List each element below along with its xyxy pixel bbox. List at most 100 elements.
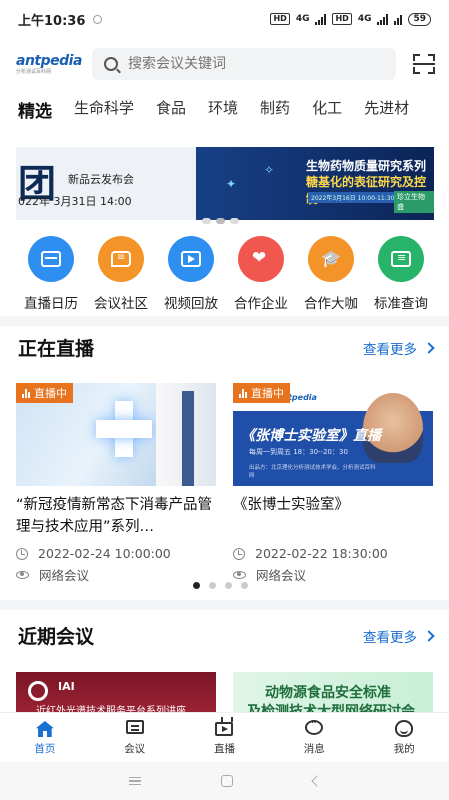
nav-meetings[interactable]: 会议 [90, 713, 180, 762]
hd-icon-2: HD [332, 13, 352, 25]
calendar-icon [41, 251, 61, 267]
pager-dot[interactable] [241, 582, 248, 589]
see-more-label: 查看更多 [363, 341, 417, 358]
signal-icon-2 [377, 13, 389, 25]
upcoming-section-title: 近期会议 [18, 626, 95, 648]
tab-pharma[interactable]: 制药 [260, 97, 290, 118]
eye-icon [16, 570, 29, 579]
tab-advanced-materials[interactable]: 先进材 [364, 97, 409, 118]
banner-pager [202, 218, 239, 224]
eye-icon [233, 570, 246, 579]
clock-icon [233, 547, 245, 560]
live-badge: 直播中 [16, 383, 73, 403]
sparkle-icon: ✧ [264, 163, 275, 177]
app-header: antpedia 分析测试百科网 [0, 46, 449, 82]
notification-dot-icon [93, 14, 103, 24]
quick-action-experts[interactable]: 合作大咖 [296, 236, 366, 312]
pager-dot[interactable] [209, 582, 216, 589]
wifi-icon [394, 14, 403, 25]
thumbnail-schedule: 每周一到周五 18：30--20：30 [249, 448, 348, 456]
live-bars-icon [22, 388, 30, 398]
live-see-more-link[interactable]: 查看更多 [363, 338, 435, 358]
nav-home[interactable]: 首页 [0, 713, 90, 762]
battery-icon: 59 [408, 12, 431, 26]
upcoming-card-text: 近红外光谱技术服务平台系列讲座 [36, 706, 186, 712]
live-card-type: 网络会议 [233, 565, 433, 584]
hd-icon: HD [270, 13, 290, 25]
pager-dot[interactable] [225, 582, 232, 589]
live-card-time: 2022-02-24 10:00:00 [16, 546, 216, 561]
quick-action-circle [238, 236, 284, 282]
search-bar[interactable] [92, 48, 396, 80]
promo-banner[interactable]: 团 新品云发布会 022年 3月31日 14:00 ✦ ✧ 生物药物质量研究系列… [16, 147, 434, 220]
tab-featured[interactable]: 精选 [18, 97, 52, 122]
status-time: 上午10:36 [18, 13, 86, 29]
tab-life-science[interactable]: 生命科学 [74, 97, 134, 118]
organizer-logo-text: IAI [58, 680, 75, 693]
thumbnail-organizer: 出品方：北京理化分析测试技术学会、分析测试百科网 [249, 465, 376, 479]
system-back-icon[interactable] [310, 775, 323, 787]
sparkle-icon: ✦ [226, 177, 237, 191]
quick-action-label: 合作企业 [234, 296, 288, 312]
tab-food[interactable]: 食品 [156, 97, 186, 118]
upcoming-section-header: 近期会议 查看更多 [18, 622, 435, 649]
quick-action-label: 标准查询 [374, 296, 428, 312]
pager-dot[interactable] [202, 218, 211, 224]
system-nav-bar [0, 762, 449, 800]
quick-action-circle [378, 236, 424, 282]
live-card[interactable]: antpedia 《张博士实验室》直播 每周一到周五 18：30--20：30 … [233, 383, 433, 584]
quick-action-live-calendar[interactable]: 直播日历 [16, 236, 86, 312]
antpedia-logo[interactable]: antpedia 分析测试百科网 [16, 53, 82, 75]
upcoming-see-more-link[interactable]: 查看更多 [363, 626, 435, 646]
clock-icon [16, 547, 28, 560]
medical-cross-graphic [96, 401, 152, 457]
live-card-type-value: 网络会议 [256, 568, 307, 583]
system-home-icon[interactable] [220, 775, 233, 787]
upcoming-card-line-2: 及检测技术大型网络研讨会 [247, 704, 415, 712]
quick-action-replay[interactable]: 视频回放 [156, 236, 226, 312]
tab-chemical[interactable]: 化工 [312, 97, 342, 118]
quick-action-standards[interactable]: 标准查询 [366, 236, 436, 312]
pager-dot-active[interactable] [193, 582, 200, 589]
see-more-label: 查看更多 [363, 629, 417, 646]
pager-dot[interactable] [230, 218, 239, 224]
live-card[interactable]: 直播中 “新冠疫情新常态下消毒产品管理与技术应用”系列… 2022-02-24 … [16, 383, 216, 584]
scan-icon[interactable] [413, 54, 435, 74]
live-badge-label: 直播中 [251, 387, 284, 400]
banner-right-title-1: 生物药物质量研究系列 [306, 159, 427, 173]
live-card-type-value: 网络会议 [39, 568, 90, 583]
nav-label: 消息 [303, 743, 325, 755]
nav-live[interactable]: 直播 [180, 713, 270, 762]
quick-action-label: 视频回放 [164, 296, 218, 312]
search-input[interactable] [128, 56, 378, 72]
upcoming-card[interactable]: IAI 近红外光谱技术服务平台系列讲座 [16, 672, 216, 712]
banner-left-date: 022年 3月31日 14:00 [18, 195, 132, 208]
nav-messages[interactable]: 消息 [269, 713, 359, 762]
chevron-right-icon [423, 629, 435, 642]
quick-action-circle [28, 236, 74, 282]
banner-right-date: 2022年3月16日 10:00-11:30 [308, 192, 398, 203]
quick-action-circle [168, 236, 214, 282]
quick-action-community[interactable]: 会议社区 [86, 236, 156, 312]
upcoming-card-line-1: 动物源食品安全标准 [265, 685, 391, 701]
network-type-1: 4G [295, 14, 310, 24]
message-icon [304, 716, 324, 737]
quick-action-partners[interactable]: 合作企业 [226, 236, 296, 312]
live-card-time: 2022-02-22 18:30:00 [233, 546, 433, 561]
organizer-logo-icon [28, 681, 48, 701]
meeting-icon [125, 719, 145, 737]
section-divider [0, 600, 449, 610]
bottom-nav: 首页 会议 直播 消息 我的 [0, 712, 449, 762]
heart-handshake-icon [251, 248, 271, 268]
pager-dot-active[interactable] [216, 218, 225, 224]
tab-environment[interactable]: 环境 [208, 97, 238, 118]
upcoming-card[interactable]: 动物源食品安全标准 及检测技术大型网络研讨会 [233, 672, 433, 712]
video-icon [181, 251, 201, 267]
live-card-title: 《张博士实验室》 [233, 497, 349, 513]
chevron-right-icon [423, 341, 435, 354]
logo-subtext: 分析测试百科网 [16, 69, 52, 75]
system-menu-icon[interactable] [128, 777, 141, 785]
search-icon [104, 57, 118, 71]
nav-profile[interactable]: 我的 [359, 713, 449, 762]
live-section-title: 正在直播 [18, 338, 95, 360]
